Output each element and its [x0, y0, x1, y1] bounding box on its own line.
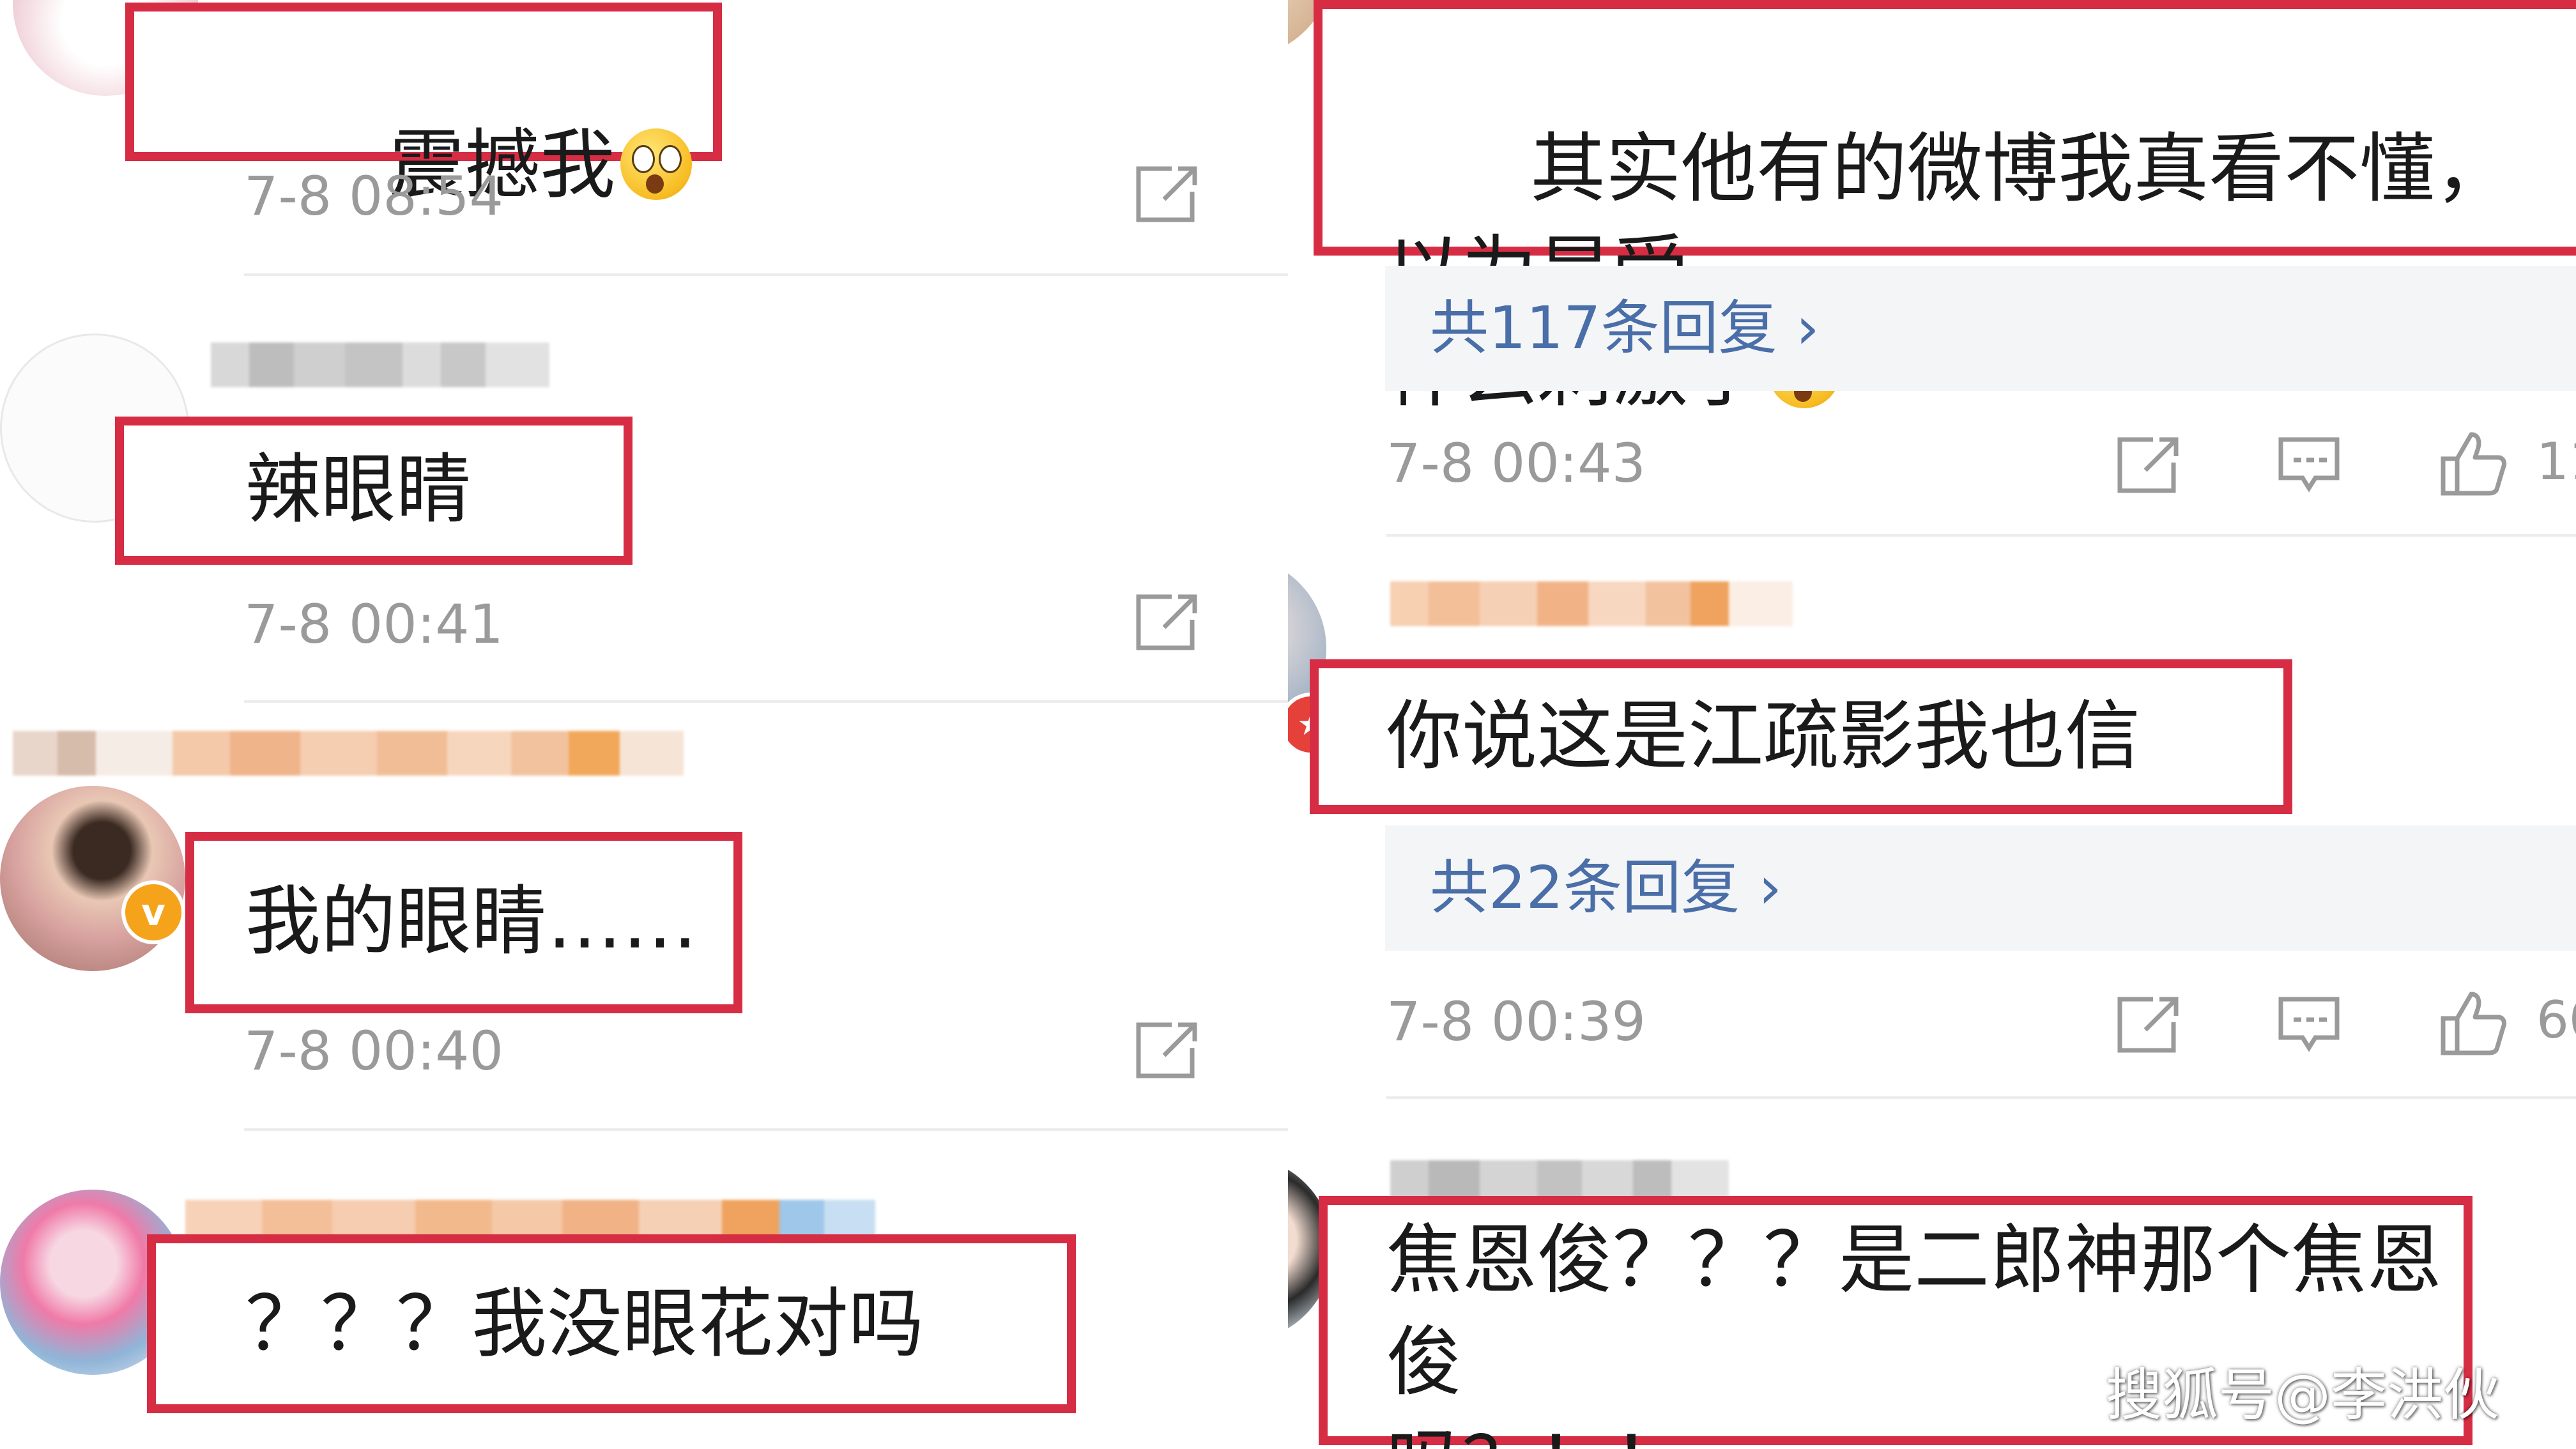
- comment-item: 辣眼睛 7-8 00:41: [0, 275, 1288, 703]
- username-blurred: [211, 342, 607, 387]
- like-icon[interactable]: [2438, 429, 2508, 498]
- comment-timestamp: 7-8 00:41: [244, 593, 503, 656]
- verified-badge-icon: v: [121, 880, 185, 944]
- view-replies-link[interactable]: 共117条回复 ›: [1385, 266, 2576, 391]
- share-icon[interactable]: [2115, 434, 2181, 496]
- comment-item: v 震撼我 7-8 08:54: [0, 0, 1288, 276]
- comment-item: ？？？我没眼花对吗: [0, 1131, 1288, 1449]
- share-icon[interactable]: [1133, 1020, 1200, 1081]
- comment-text: 我的眼睛……: [245, 877, 698, 965]
- comment-timestamp: 7-8 08:54: [244, 165, 503, 227]
- like-count: 11: [2536, 432, 2576, 491]
- comment-item: 其实他有的微博我真看不懂，以为是受 什么刺激了 共117条回复 › 7-8 00…: [1288, 0, 2576, 537]
- left-comment-panel: v 震撼我 7-8 08:54 辣眼睛 7-8 00:41 v 我的眼睛……: [0, 0, 1288, 1449]
- comment-text: ？？？我没眼花对吗: [245, 1280, 924, 1368]
- comment-text: 辣眼睛: [245, 445, 472, 533]
- comment-item: v 我的眼睛…… 7-8 00:40: [0, 703, 1288, 1131]
- right-comment-panel: 其实他有的微博我真看不懂，以为是受 什么刺激了 共117条回复 › 7-8 00…: [1288, 0, 2576, 1449]
- comment-icon[interactable]: [2276, 434, 2342, 496]
- comment-timestamp: 7-8 00:39: [1386, 990, 1646, 1053]
- username-blurred: [13, 731, 722, 776]
- username-blurred: [1390, 581, 1825, 626]
- watermark: 搜狐号@李洪伙: [2105, 1362, 2499, 1428]
- comment-text: 你说这是江疏影我也信: [1386, 692, 2141, 780]
- surprised-emoji-icon: [620, 128, 693, 200]
- comment-timestamp: 7-8 00:40: [244, 1020, 503, 1082]
- comment-icon[interactable]: [2276, 994, 2342, 1055]
- comment-item: ★ 你说这是江疏影我也信 共22条回复 › 7-8 00:39 60: [1288, 537, 2576, 1099]
- share-icon[interactable]: [2115, 994, 2181, 1055]
- like-count: 60: [2536, 990, 2576, 1050]
- share-icon[interactable]: [1133, 164, 1200, 225]
- like-icon[interactable]: [2438, 989, 2508, 1058]
- share-icon[interactable]: [1133, 592, 1200, 653]
- view-replies-link[interactable]: 共22条回复 ›: [1385, 825, 2576, 951]
- comment-timestamp: 7-8 00:43: [1386, 432, 1646, 494]
